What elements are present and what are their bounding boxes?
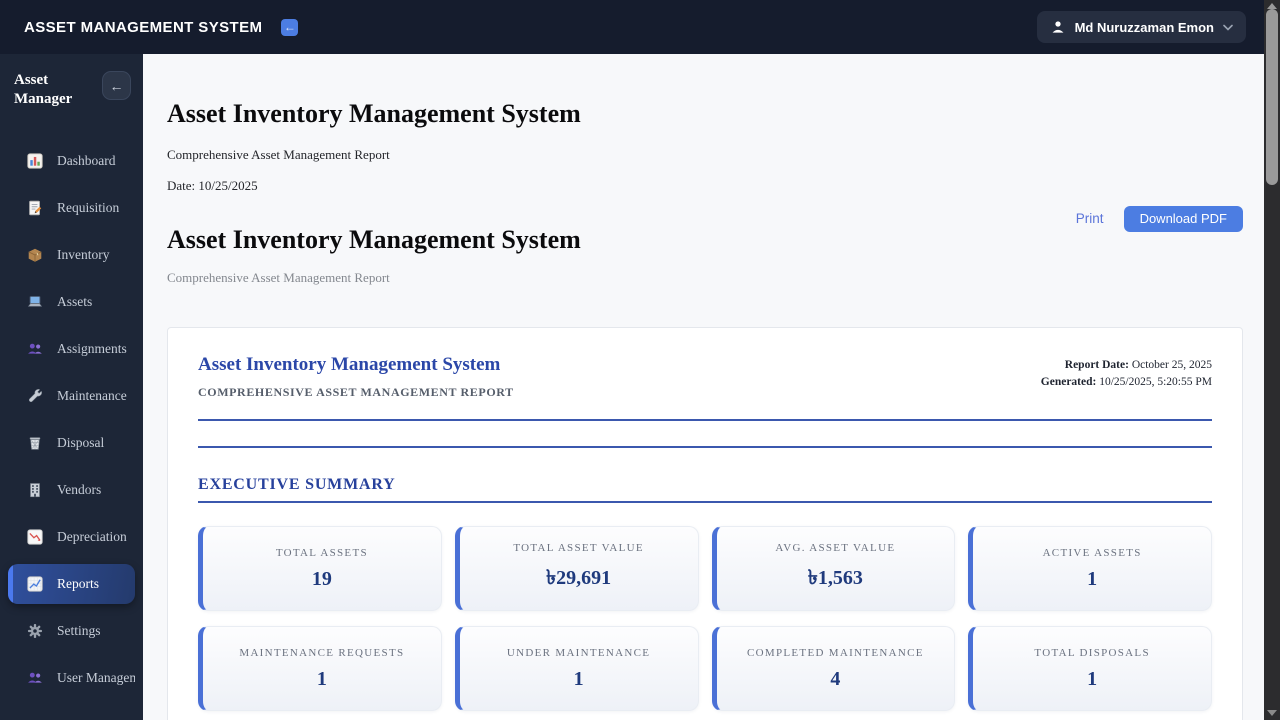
people-icon xyxy=(26,669,44,687)
page-subtitle: Comprehensive Asset Management Report xyxy=(167,146,390,162)
page-title: Asset Inventory Management System xyxy=(167,99,581,128)
bar-chart-icon xyxy=(26,152,44,170)
executive-summary-stats: TOTAL ASSETS 19 TOTAL ASSET VALUE ৳29,69… xyxy=(198,526,1212,711)
people-icon xyxy=(26,340,44,358)
stat-label: ACTIVE ASSETS xyxy=(1042,546,1142,559)
stat-label: UNDER MAINTENANCE xyxy=(506,646,651,659)
stat-card-total-asset-value: TOTAL ASSET VALUE ৳29,691 xyxy=(454,526,699,611)
divider xyxy=(198,446,1212,448)
stat-value: 1 xyxy=(1087,567,1098,590)
sidebar-item-label: Settings xyxy=(57,622,101,638)
sidebar-item-label: Vendors xyxy=(57,481,102,497)
sidebar-nav: Dashboard Requisition Inventory Assets A xyxy=(0,141,143,698)
app-title: ASSET MANAGEMENT SYSTEM xyxy=(24,18,263,36)
sidebar-item-label: Disposal xyxy=(57,434,105,450)
sidebar-toggle-icon[interactable]: ← xyxy=(281,18,299,36)
active-indicator xyxy=(8,563,13,604)
stat-card-avg-asset-value: AVG. ASSET VALUE ৳1,563 xyxy=(711,526,956,611)
page-date: Date: 10/25/2025 xyxy=(167,177,258,193)
sidebar-item-label: Assignments xyxy=(57,340,127,356)
scrollbar-thumb[interactable] xyxy=(1266,9,1278,185)
stat-value: 1 xyxy=(1087,667,1098,690)
sidebar-item-maintenance[interactable]: Maintenance xyxy=(8,376,135,416)
download-pdf-button[interactable]: Download PDF xyxy=(1123,205,1243,232)
stat-value: 19 xyxy=(311,567,332,590)
print-button[interactable]: Print xyxy=(1076,211,1104,226)
chart-down-icon xyxy=(26,528,44,546)
sidebar-item-user-management[interactable]: User Management xyxy=(8,658,135,698)
sidebar-item-inventory[interactable]: Inventory xyxy=(8,235,135,275)
sidebar-item-dashboard[interactable]: Dashboard xyxy=(8,141,135,181)
sidebar-item-label: Maintenance xyxy=(57,387,127,403)
stat-label: COMPLETED MAINTENANCE xyxy=(747,646,924,659)
sidebar-item-label: Dashboard xyxy=(57,152,116,168)
divider xyxy=(198,419,1212,421)
stat-value: 4 xyxy=(830,667,841,690)
wastebasket-icon xyxy=(26,434,44,452)
stat-value: 1 xyxy=(316,667,327,690)
sidebar-item-vendors[interactable]: Vendors xyxy=(8,470,135,510)
sidebar-item-assets[interactable]: Assets xyxy=(8,282,135,322)
sidebar-collapse-button[interactable]: ← xyxy=(102,71,131,100)
sidebar-item-label: Reports xyxy=(57,575,99,591)
sidebar: Asset Manager ← Dashboard Requisition In… xyxy=(0,54,143,720)
report-document: Asset Inventory Management System COMPRE… xyxy=(167,327,1243,720)
stat-value: ৳29,691 xyxy=(546,566,612,589)
stat-card-active-assets: ACTIVE ASSETS 1 xyxy=(968,526,1212,611)
sidebar-item-settings[interactable]: Settings xyxy=(8,611,135,651)
sidebar-item-reports[interactable]: Reports xyxy=(8,563,135,604)
stat-card-under-maintenance: UNDER MAINTENANCE 1 xyxy=(454,626,699,711)
stat-label: TOTAL ASSETS xyxy=(275,546,368,559)
chart-up-icon xyxy=(26,575,44,593)
user-icon xyxy=(1052,21,1064,33)
generated-value: 10/25/2025, 5:20:55 PM xyxy=(1099,376,1212,388)
report-title: Asset Inventory Management System xyxy=(198,354,501,375)
report-date-label: Report Date: xyxy=(1064,359,1129,371)
memo-icon xyxy=(26,199,44,217)
report-meta: Report Date: October 25, 2025 Generated:… xyxy=(1041,354,1212,400)
sidebar-item-label: Assets xyxy=(57,293,93,309)
sidebar-brand: Asset Manager xyxy=(14,72,73,107)
gear-icon xyxy=(26,622,44,640)
section-title-executive-summary: EXECUTIVE SUMMARY xyxy=(198,476,396,493)
sidebar-item-label: Inventory xyxy=(57,246,110,262)
divider xyxy=(198,501,1212,503)
stat-label: TOTAL DISPOSALS xyxy=(1034,646,1150,659)
sidebar-item-label: Depreciation xyxy=(57,528,127,544)
wrench-icon xyxy=(26,387,44,405)
generated-label: Generated: xyxy=(1040,376,1097,388)
sidebar-item-assignments[interactable]: Assignments xyxy=(8,329,135,369)
stat-label: AVG. ASSET VALUE xyxy=(775,541,896,554)
stat-card-maintenance-requests: MAINTENANCE REQUESTS 1 xyxy=(198,626,442,711)
chevron-down-icon xyxy=(1223,24,1233,31)
top-bar: ASSET MANAGEMENT SYSTEM ← Md Nuruzzaman … xyxy=(0,0,1280,54)
stat-label: MAINTENANCE REQUESTS xyxy=(239,646,405,659)
user-name: Md Nuruzzaman Emon xyxy=(1074,19,1214,35)
preview-title: Asset Inventory Management System xyxy=(167,224,581,254)
sidebar-item-disposal[interactable]: Disposal xyxy=(8,423,135,463)
stat-card-completed-maintenance: COMPLETED MAINTENANCE 4 xyxy=(711,626,956,711)
sidebar-item-label: Requisition xyxy=(57,199,120,215)
sidebar-item-requisition[interactable]: Requisition xyxy=(8,188,135,228)
stat-value: 1 xyxy=(573,667,584,690)
scroll-down-arrow-icon[interactable] xyxy=(1267,710,1277,716)
report-subtitle: COMPREHENSIVE ASSET MANAGEMENT REPORT xyxy=(198,385,514,399)
stat-label: TOTAL ASSET VALUE xyxy=(513,541,644,554)
sidebar-item-label: User Management xyxy=(57,669,135,685)
laptop-icon xyxy=(26,293,44,311)
stat-card-total-assets: TOTAL ASSETS 19 xyxy=(198,526,442,611)
user-menu-button[interactable]: Md Nuruzzaman Emon xyxy=(1036,11,1246,43)
building-icon xyxy=(26,481,44,499)
vertical-scrollbar[interactable] xyxy=(1264,0,1280,720)
preview-subtitle: Comprehensive Asset Management Report xyxy=(167,270,390,285)
main-content: Asset Inventory Management System Compre… xyxy=(143,54,1264,720)
package-icon xyxy=(26,246,44,264)
stat-card-total-disposals: TOTAL DISPOSALS 1 xyxy=(968,626,1212,711)
report-date-value: October 25, 2025 xyxy=(1131,359,1212,371)
sidebar-item-depreciation[interactable]: Depreciation xyxy=(8,517,135,557)
stat-value: ৳1,563 xyxy=(807,566,863,589)
